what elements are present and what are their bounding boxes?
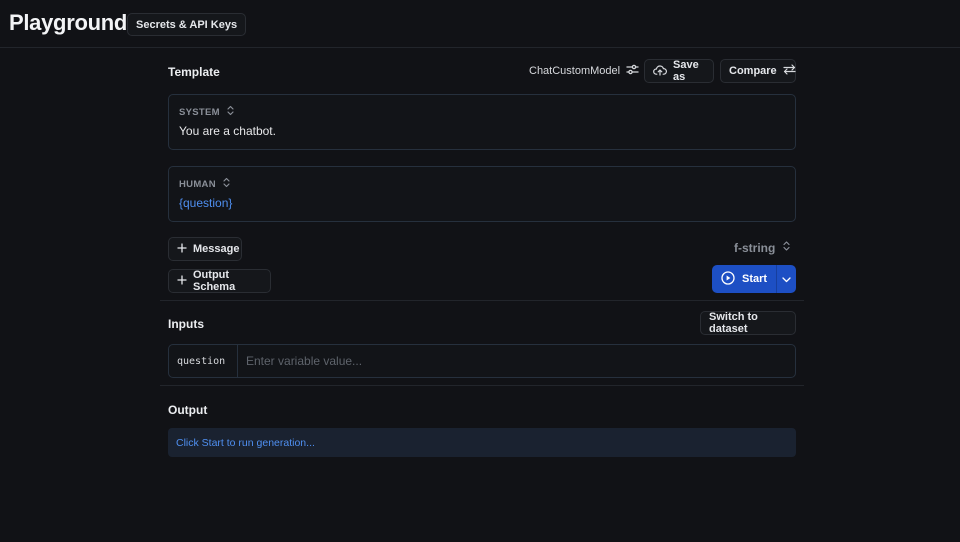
plus-icon: [177, 242, 187, 256]
format-selector[interactable]: f-string: [734, 240, 790, 255]
chevron-up-down-icon: [227, 105, 234, 119]
format-label: f-string: [734, 240, 776, 255]
arrows-swap-icon: [783, 64, 796, 78]
system-message-text[interactable]: You are a chatbot.: [179, 124, 276, 138]
page-title: Playground: [9, 10, 128, 35]
add-output-schema-label: Output Schema: [193, 269, 236, 293]
model-name: ChatCustomModel: [529, 65, 621, 77]
system-message-box[interactable]: SYSTEM You are a chatbot.: [168, 94, 796, 150]
role-selector-system[interactable]: SYSTEM: [179, 105, 234, 119]
switch-to-dataset-button[interactable]: Switch to dataset: [700, 311, 796, 335]
start-button[interactable]: Start: [712, 265, 776, 293]
secrets-api-keys-button[interactable]: Secrets & API Keys: [127, 13, 247, 36]
compare-button[interactable]: Compare: [720, 59, 796, 83]
add-message-label: Message: [193, 243, 240, 255]
save-as-label: Save as: [673, 59, 699, 83]
section-divider: [160, 385, 804, 386]
output-title: Output: [168, 403, 208, 417]
cloud-upload-icon: [653, 64, 667, 79]
section-divider: [160, 300, 804, 301]
template-title: Template: [168, 65, 220, 79]
top-bar: Playground Secrets & API Keys: [0, 0, 960, 48]
model-selector[interactable]: ChatCustomModel: [529, 64, 639, 78]
variable-name: question: [169, 345, 238, 377]
chevron-up-down-icon: [223, 177, 230, 191]
add-message-button[interactable]: Message: [168, 237, 242, 261]
start-button-group: Start: [712, 265, 796, 293]
play-circle-icon: [721, 270, 735, 288]
role-label-human: HUMAN: [179, 178, 216, 190]
output-hint: Click Start to run generation...: [176, 436, 315, 449]
plus-icon: [177, 274, 187, 288]
output-panel: Click Start to run generation...: [168, 428, 796, 457]
variable-input-row: question: [168, 344, 796, 378]
add-output-schema-button[interactable]: Output Schema: [168, 269, 271, 293]
save-as-button[interactable]: Save as: [644, 59, 714, 83]
role-label-system: SYSTEM: [179, 106, 220, 118]
chevron-up-down-icon: [783, 240, 790, 255]
human-message-text[interactable]: {question}: [179, 196, 232, 210]
role-selector-human[interactable]: HUMAN: [179, 177, 230, 191]
human-message-box[interactable]: HUMAN {question}: [168, 166, 796, 222]
start-label: Start: [742, 273, 768, 285]
inputs-title: Inputs: [168, 317, 204, 331]
variable-value-input[interactable]: [238, 345, 795, 377]
chevron-down-icon: [782, 270, 791, 288]
compare-label: Compare: [729, 65, 777, 77]
start-options-button[interactable]: [776, 265, 796, 293]
sliders-icon: [626, 64, 639, 78]
